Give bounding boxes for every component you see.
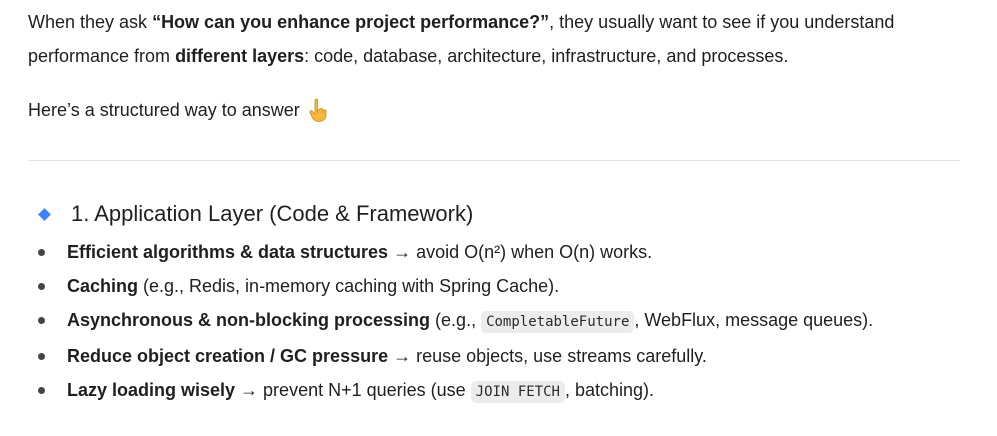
item-text: → reuse objects, use streams carefully.	[388, 346, 707, 366]
item-text: → avoid O(n²) when O(n) works.	[388, 242, 653, 262]
bullet-dot-icon	[38, 317, 45, 324]
item-bold-text: Lazy loading wisely	[67, 380, 236, 400]
section-heading: 1. Application Layer (Code & Framework)	[28, 199, 960, 229]
bullet-dot-icon	[38, 353, 45, 360]
inline-code: CompletableFuture	[481, 311, 635, 333]
intro-suffix: : code, database, architecture, infrastr…	[304, 46, 789, 66]
inline-code: JOIN FETCH	[470, 381, 565, 403]
section-title: 1. Application Layer (Code & Framework)	[71, 201, 474, 226]
bullet-dot-icon	[38, 283, 45, 290]
pointing-down-hand-icon	[308, 98, 328, 122]
intro-bold-layers: different layers	[175, 46, 305, 66]
lead-paragraph: Here’s a structured way to answer	[28, 93, 960, 127]
intro-question: “How can you enhance project performance…	[152, 12, 550, 32]
list-item: Asynchronous & non-blocking processing (…	[28, 303, 960, 339]
item-text: → prevent N+1 queries (use	[235, 380, 471, 400]
bullet-dot-icon	[38, 387, 45, 394]
item-bold-text: Asynchronous & non-blocking processing	[67, 310, 431, 330]
list-item: Efficient algorithms & data structures →…	[28, 235, 960, 269]
list-item: Caching (e.g., Redis, in-memory caching …	[28, 269, 960, 303]
bullet-dot-icon	[38, 249, 45, 256]
list-item: Reduce object creation / GC pressure → r…	[28, 339, 960, 373]
item-text: (e.g.,	[430, 310, 482, 330]
section-divider	[28, 160, 960, 161]
intro-paragraph: When they ask “How can you enhance proje…	[28, 0, 960, 73]
bullet-list: Efficient algorithms & data structures →…	[28, 235, 960, 409]
item-text: , batching).	[564, 380, 655, 400]
lead-text: Here’s a structured way to answer	[28, 100, 300, 120]
list-item: Lazy loading wisely → prevent N+1 querie…	[28, 373, 960, 409]
item-bold-text: Efficient algorithms & data structures	[67, 242, 389, 262]
intro-prefix: When they ask	[28, 12, 153, 32]
item-bold-text: Caching	[67, 276, 139, 296]
chat-message-content: When they ask “How can you enhance proje…	[28, 0, 960, 409]
item-bold-text: Reduce object creation / GC pressure	[67, 346, 389, 366]
blue-diamond-icon	[38, 207, 51, 221]
item-text: (e.g., Redis, in-memory caching with Spr…	[138, 276, 560, 296]
item-text: , WebFlux, message queues).	[634, 310, 874, 330]
